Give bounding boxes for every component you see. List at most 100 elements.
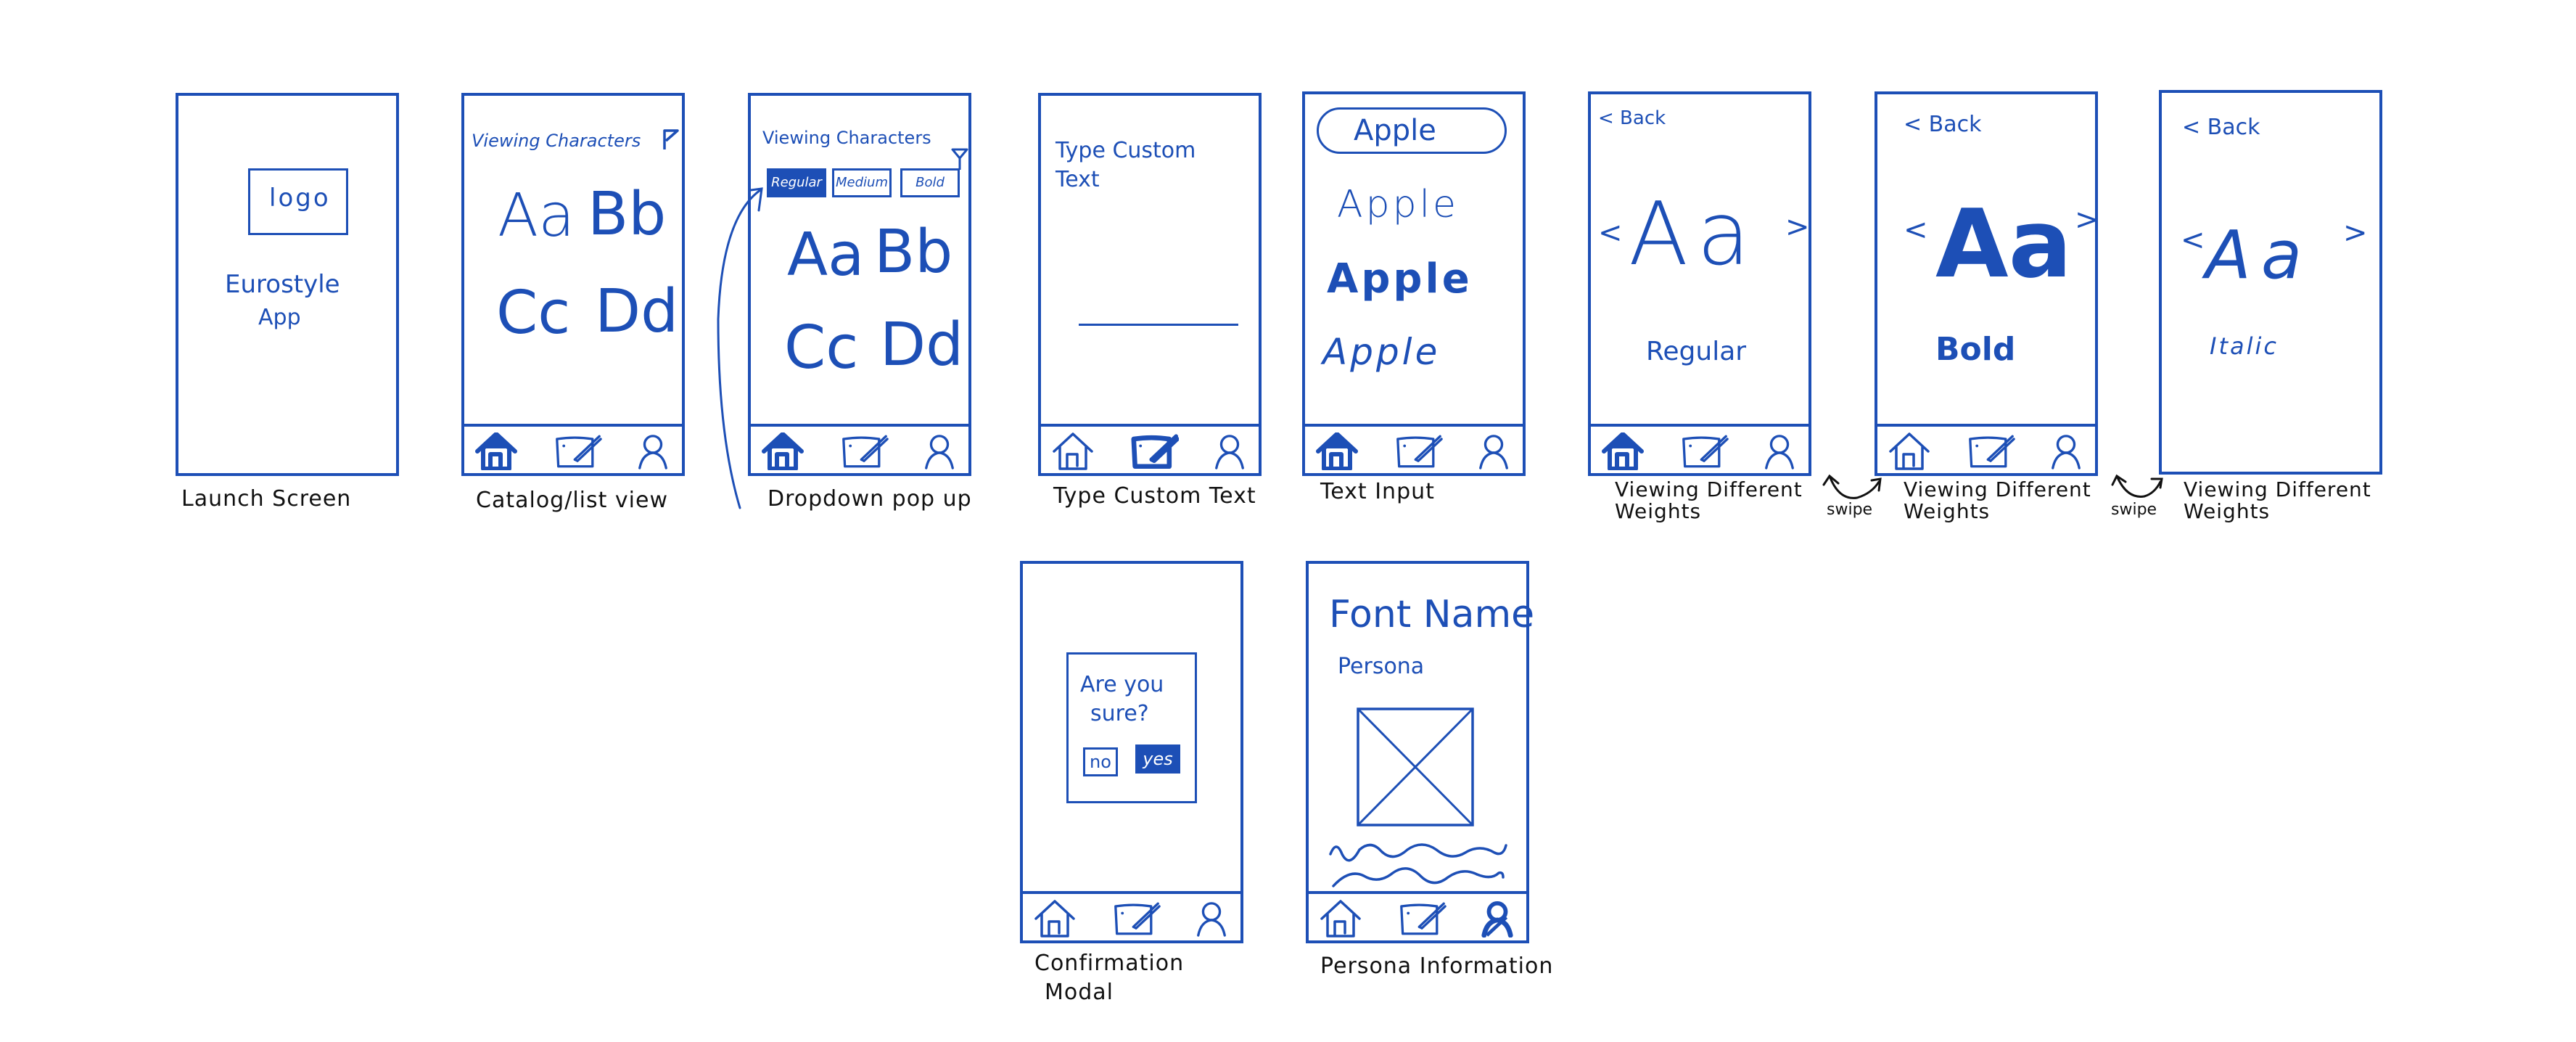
dropdown-flag-icon[interactable] (951, 147, 968, 170)
home-icon (1315, 432, 1359, 470)
text-input-field[interactable]: Apple (1317, 107, 1507, 154)
prev-weight-button[interactable]: < (1598, 216, 1623, 250)
option-medium[interactable]: Medium (832, 168, 892, 197)
tab-profile[interactable] (635, 432, 670, 470)
back-button[interactable]: < Back (1904, 112, 1982, 137)
next-weight-button[interactable]: > (2075, 203, 2099, 237)
caption-persona: Persona Information (1320, 953, 1554, 979)
logo-label: logo (269, 184, 331, 213)
viewing-characters-dropdown[interactable]: Viewing Characters (472, 131, 641, 151)
glyph-aa[interactable]: Aa (787, 221, 864, 290)
tab-edit[interactable] (1967, 432, 2015, 470)
tab-profile[interactable] (1476, 432, 1511, 470)
caption-weight-regular: Viewing Different Weights (1615, 477, 1803, 523)
caption-type-custom: Type Custom Text (1053, 483, 1256, 509)
home-icon (1601, 432, 1645, 470)
glyph-cc[interactable]: Cc (784, 313, 858, 382)
tab-profile[interactable] (1194, 900, 1229, 938)
tab-edit[interactable] (841, 432, 889, 470)
tab-home[interactable] (1319, 900, 1362, 938)
home-icon (1051, 432, 1095, 470)
persona-screen-frame: Font Name Persona (1306, 561, 1534, 943)
glyph-bb[interactable]: Bb (588, 180, 666, 249)
tab-home[interactable] (1315, 432, 1359, 470)
text-input-screen-frame: Apple Apple Apple Apple (1302, 91, 1526, 476)
font-name-title: Font Name (1329, 593, 1535, 636)
tab-home[interactable] (1033, 900, 1077, 938)
caption-confirmation-line2: Modal (1045, 980, 1114, 1005)
glyph-dd[interactable]: Dd (880, 311, 963, 380)
tab-profile[interactable] (1480, 900, 1515, 938)
tab-profile[interactable] (2049, 432, 2083, 470)
profile-icon (1194, 900, 1229, 938)
tab-bar (1591, 424, 1808, 473)
tab-edit[interactable] (554, 432, 602, 470)
glyph-display: Aa (2205, 216, 2313, 294)
tab-bar (1305, 424, 1523, 473)
catalog-screen-frame: Viewing Characters Aa Bb Cc Dd (461, 93, 685, 476)
weight-bold-screen-frame: < Back < Aa > Bold (1875, 91, 2099, 476)
home-icon (1888, 432, 1931, 470)
dropdown-flag-icon[interactable] (662, 128, 679, 151)
caption-weight-bold: Viewing Different Weights (1904, 477, 2091, 523)
tab-edit[interactable] (1399, 900, 1447, 938)
home-icon (474, 432, 518, 470)
custom-text-input[interactable] (1079, 306, 1238, 326)
glyph-display: Aa (1935, 189, 2073, 299)
profile-icon (1762, 432, 1797, 470)
glyph-bb[interactable]: Bb (874, 218, 952, 287)
persona-subtitle: Persona (1338, 654, 1425, 679)
tab-profile[interactable] (1762, 432, 1797, 470)
yes-button[interactable]: yes (1135, 744, 1180, 774)
next-weight-button[interactable]: > (1785, 210, 1810, 244)
option-bold[interactable]: Bold (900, 168, 960, 197)
caption-text-input: Text Input (1320, 479, 1435, 504)
tab-bar (1309, 891, 1526, 940)
caption-confirmation-line1: Confirmation (1034, 951, 1185, 976)
confirmation-modal: Are you sure? no yes (1066, 652, 1197, 803)
tab-edit[interactable] (1395, 432, 1443, 470)
profile-icon (2049, 432, 2083, 470)
sample-bold: Apple (1327, 255, 1473, 303)
weight-label: Regular (1646, 337, 1747, 366)
tab-profile[interactable] (1212, 432, 1247, 470)
prev-weight-button[interactable]: < (2181, 223, 2205, 257)
type-custom-screen-frame: Type Custom Text (1038, 93, 1262, 476)
no-button[interactable]: no (1083, 747, 1118, 776)
glyph-cc[interactable]: Cc (496, 279, 570, 348)
tab-home[interactable] (1888, 432, 1931, 470)
edit-icon (1395, 432, 1443, 470)
weight-label: Italic (2210, 332, 2279, 360)
tab-profile[interactable] (922, 432, 957, 470)
tab-bar (464, 424, 682, 473)
weight-label: Bold (1935, 331, 2016, 368)
profile-icon (1212, 432, 1247, 470)
tab-edit[interactable] (1681, 432, 1729, 470)
tab-home[interactable] (1601, 432, 1645, 470)
tab-home[interactable] (474, 432, 518, 470)
text-placeholder-lines (1329, 843, 1507, 887)
prev-weight-button[interactable]: < (1904, 213, 1928, 247)
tab-home[interactable] (761, 432, 805, 470)
option-regular[interactable]: Regular (767, 168, 826, 197)
back-button[interactable]: < Back (1598, 107, 1666, 129)
tab-edit[interactable] (1113, 900, 1161, 938)
app-name-line1: Eurostyle (225, 270, 340, 299)
glyph-dd[interactable]: Dd (595, 277, 678, 346)
edit-icon (1113, 900, 1161, 938)
image-placeholder (1357, 707, 1474, 826)
edit-icon (1399, 900, 1447, 938)
sample-regular: Apple (1337, 183, 1460, 226)
dropdown-screen-frame: Viewing Characters Regular Medium Bold A… (748, 93, 971, 476)
edit-icon (841, 432, 889, 470)
viewing-characters-dropdown[interactable]: Viewing Characters (762, 128, 931, 148)
back-button[interactable]: < Back (2182, 115, 2260, 140)
text-input-value: Apple (1354, 114, 1436, 147)
profile-icon (922, 432, 957, 470)
glyph-aa[interactable]: Aa (498, 181, 575, 250)
edit-icon (554, 432, 602, 470)
home-icon (761, 432, 805, 470)
next-weight-button[interactable]: > (2343, 216, 2368, 250)
tab-edit[interactable] (1131, 432, 1179, 470)
tab-home[interactable] (1051, 432, 1095, 470)
